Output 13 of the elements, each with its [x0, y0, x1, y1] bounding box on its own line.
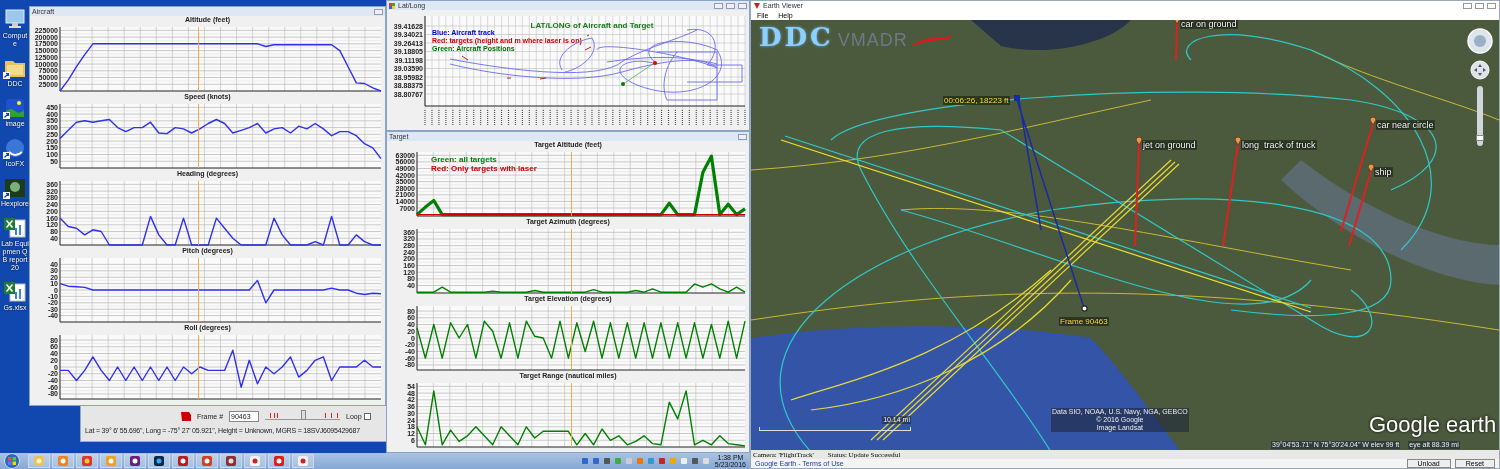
aircraft-label: 00:06:26, 18223 ft [943, 96, 1010, 105]
logo-text: DDC [759, 22, 834, 52]
placemark-label: jet on ground [1142, 140, 1197, 150]
frame-label: Frame 90463 [1059, 317, 1109, 326]
plot-title: LAT/LONG of Aircraft and Target [530, 21, 654, 30]
placemark-label: car on ground [1180, 20, 1238, 29]
placemark-label: long track of truck [1241, 140, 1317, 150]
logo-subtitle: VMADR [837, 30, 908, 51]
legend-label: Red: Only targets with laser [431, 164, 537, 173]
legend-label: Green: all targets [431, 155, 497, 164]
brand-logo-text: Google earth [1369, 412, 1497, 438]
placemark-label: ship [1374, 167, 1393, 177]
placemark-label: car near circle [1376, 120, 1435, 130]
